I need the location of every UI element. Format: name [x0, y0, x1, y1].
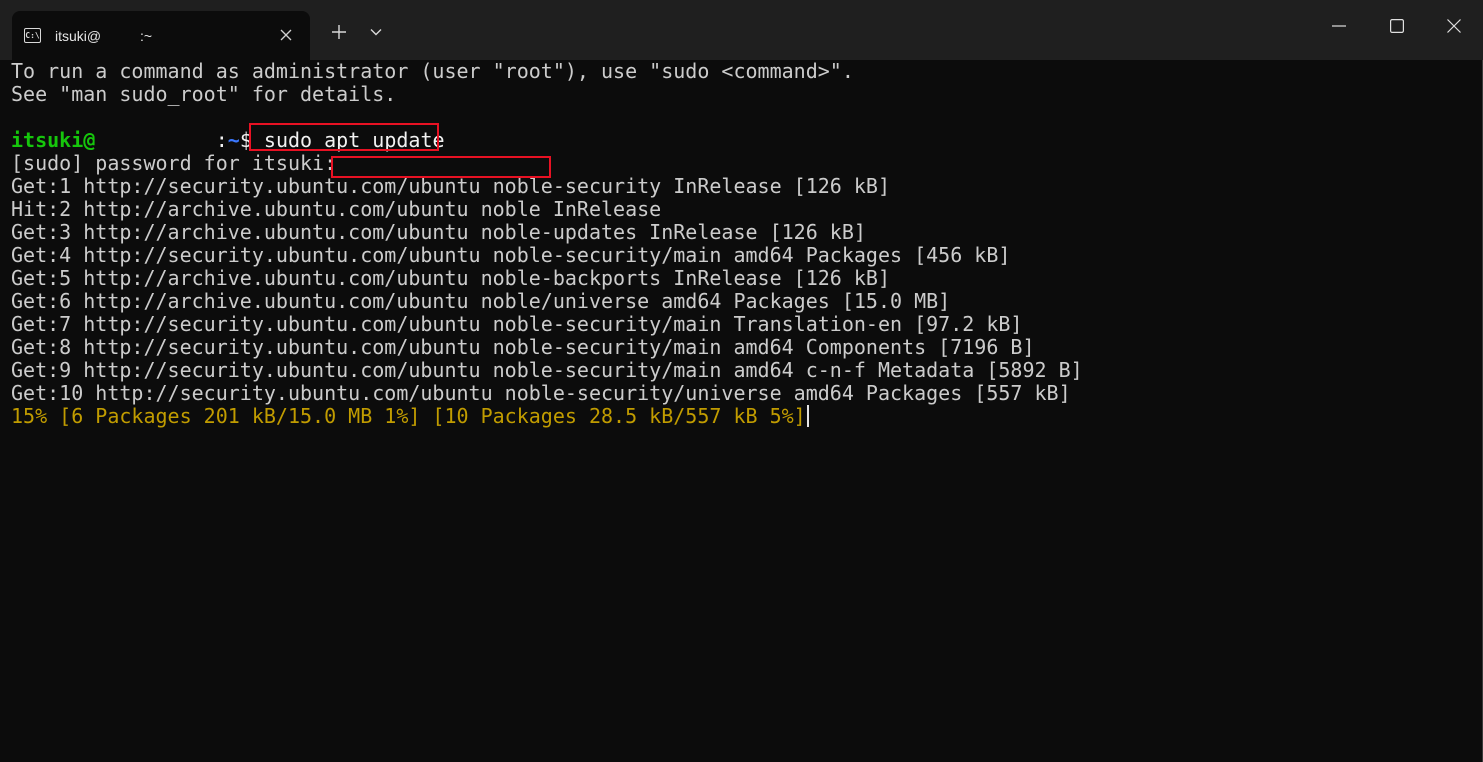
plus-icon [332, 25, 346, 39]
minimize-button[interactable] [1310, 0, 1368, 52]
output-line: Get:5 http://archive.ubuntu.com/ubuntu n… [11, 266, 890, 290]
output-line: Get:6 http://archive.ubuntu.com/ubuntu n… [11, 289, 951, 313]
terminal-line: To run a command as administrator (user … [11, 59, 854, 83]
minimize-icon [1332, 25, 1346, 27]
prompt-host [95, 128, 215, 152]
terminal-output[interactable]: To run a command as administrator (user … [11, 60, 1471, 750]
window-close-button[interactable] [1425, 0, 1483, 52]
chevron-down-icon [370, 29, 382, 36]
tab-terminal[interactable]: C:\ itsuki@ :~ [12, 11, 310, 60]
maximize-button[interactable] [1368, 0, 1426, 52]
output-line: Get:7 http://security.ubuntu.com/ubuntu … [11, 312, 1023, 336]
close-icon [1447, 19, 1461, 33]
prompt-line: itsuki@ :~$ sudo apt update [11, 129, 1471, 152]
output-line: Get:10 http://security.ubuntu.com/ubuntu… [11, 381, 1071, 405]
maximize-icon [1390, 19, 1404, 33]
password-prompt-line: [sudo] password for itsuki: [11, 151, 337, 175]
terminal-line: See "man sudo_root" for details. [11, 82, 397, 106]
output-line: Get:1 http://security.ubuntu.com/ubuntu … [11, 174, 890, 198]
tab-close-button[interactable] [276, 25, 296, 45]
terminal-icon: C:\ [24, 28, 41, 43]
output-line: Get:3 http://archive.ubuntu.com/ubuntu n… [11, 220, 866, 244]
output-line: Hit:2 http://archive.ubuntu.com/ubuntu n… [11, 197, 662, 221]
prompt-path: ~ [227, 128, 240, 152]
new-tab-button[interactable] [326, 20, 352, 44]
progress-line: 15% [6 Packages 201 kB/15.0 MB 1%] [10 P… [11, 405, 1471, 428]
text-cursor [806, 405, 809, 427]
title-bar: C:\ itsuki@ :~ [0, 0, 1483, 60]
close-icon [280, 29, 292, 41]
output-line: Get:8 http://security.ubuntu.com/ubuntu … [11, 335, 1035, 359]
prompt-user: itsuki@ [11, 128, 96, 152]
tab-title: itsuki@ :~ [55, 27, 153, 44]
command-text: sudo apt update [263, 128, 445, 152]
prompt-separator: : [215, 128, 228, 152]
prompt-symbol: $ [239, 128, 264, 152]
output-line: Get:4 http://security.ubuntu.com/ubuntu … [11, 243, 1011, 267]
progress-text: 15% [6 Packages 201 kB/15.0 MB 1%] [10 P… [11, 404, 806, 428]
output-line: Get:9 http://security.ubuntu.com/ubuntu … [11, 358, 1083, 382]
profile-dropdown-button[interactable] [364, 20, 388, 44]
